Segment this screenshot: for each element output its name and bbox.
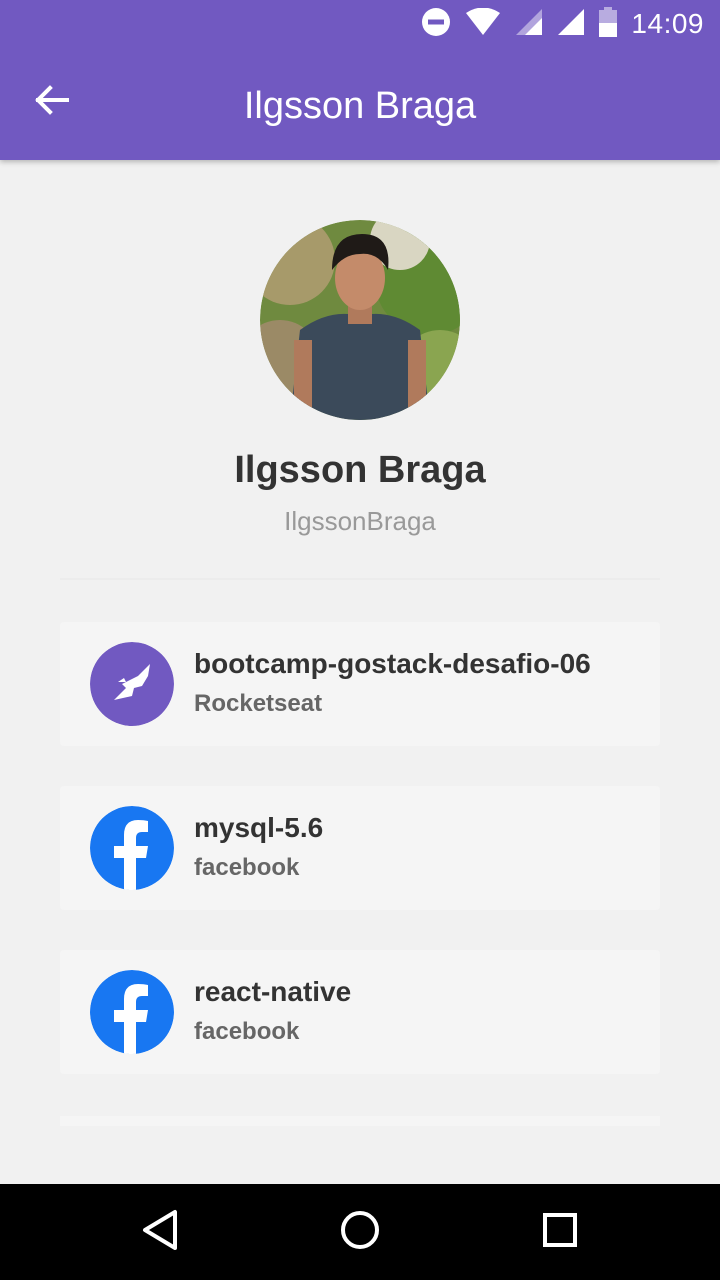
- rocketseat-logo-icon: [90, 642, 174, 726]
- profile-header: Ilgsson Braga IlgssonBraga: [0, 220, 720, 538]
- repo-name: react-native: [194, 976, 352, 1007]
- nav-back-button[interactable]: [130, 1202, 190, 1262]
- repo-card[interactable]: react-native facebook: [60, 950, 660, 1074]
- status-time: 14:09: [631, 8, 704, 39]
- top-bar: 14:09 Ilgsson Braga: [0, 0, 720, 160]
- profile-login: IlgssonBraga: [284, 506, 436, 536]
- repo-owner: facebook: [194, 854, 300, 881]
- app-bar: Ilgsson Braga: [0, 48, 720, 160]
- avatar: [260, 220, 460, 420]
- repo-card[interactable]: mysql-5.6 facebook: [60, 786, 660, 910]
- status-bar: 14:09: [0, 0, 720, 48]
- repo-card[interactable]: bootcamp-gostack-desafio-06 Rocketseat: [60, 622, 660, 746]
- back-triangle-icon: [140, 1209, 180, 1256]
- nav-home-button[interactable]: [330, 1202, 390, 1262]
- battery-icon: [599, 6, 618, 42]
- list-item-partial: [60, 1116, 660, 1126]
- repo-name: mysql-5.6: [194, 812, 324, 843]
- status-icons: 14:09: [421, 6, 704, 42]
- nav-recents-button[interactable]: [530, 1202, 590, 1262]
- wifi-icon: [465, 7, 501, 41]
- recents-square-icon: [542, 1212, 578, 1253]
- do-not-disturb-icon: [421, 7, 451, 42]
- system-nav-bar: [0, 1184, 720, 1280]
- repo-owner: facebook: [194, 1018, 300, 1045]
- facebook-logo-icon: [90, 806, 174, 890]
- page-title: Ilgsson Braga: [243, 85, 477, 127]
- signal-icon: [557, 8, 585, 41]
- profile-name: Ilgsson Braga: [234, 449, 486, 491]
- divider: [60, 578, 660, 580]
- screen: 14:09 Ilgsson Braga Ilgsson Braga Ilgsso…: [0, 0, 720, 1280]
- home-circle-icon: [340, 1210, 380, 1255]
- repo-owner: Rocketseat: [194, 690, 323, 717]
- signal-icon: [515, 8, 543, 41]
- facebook-logo-icon: [90, 970, 174, 1054]
- repo-name: bootcamp-gostack-desafio-06: [194, 648, 591, 679]
